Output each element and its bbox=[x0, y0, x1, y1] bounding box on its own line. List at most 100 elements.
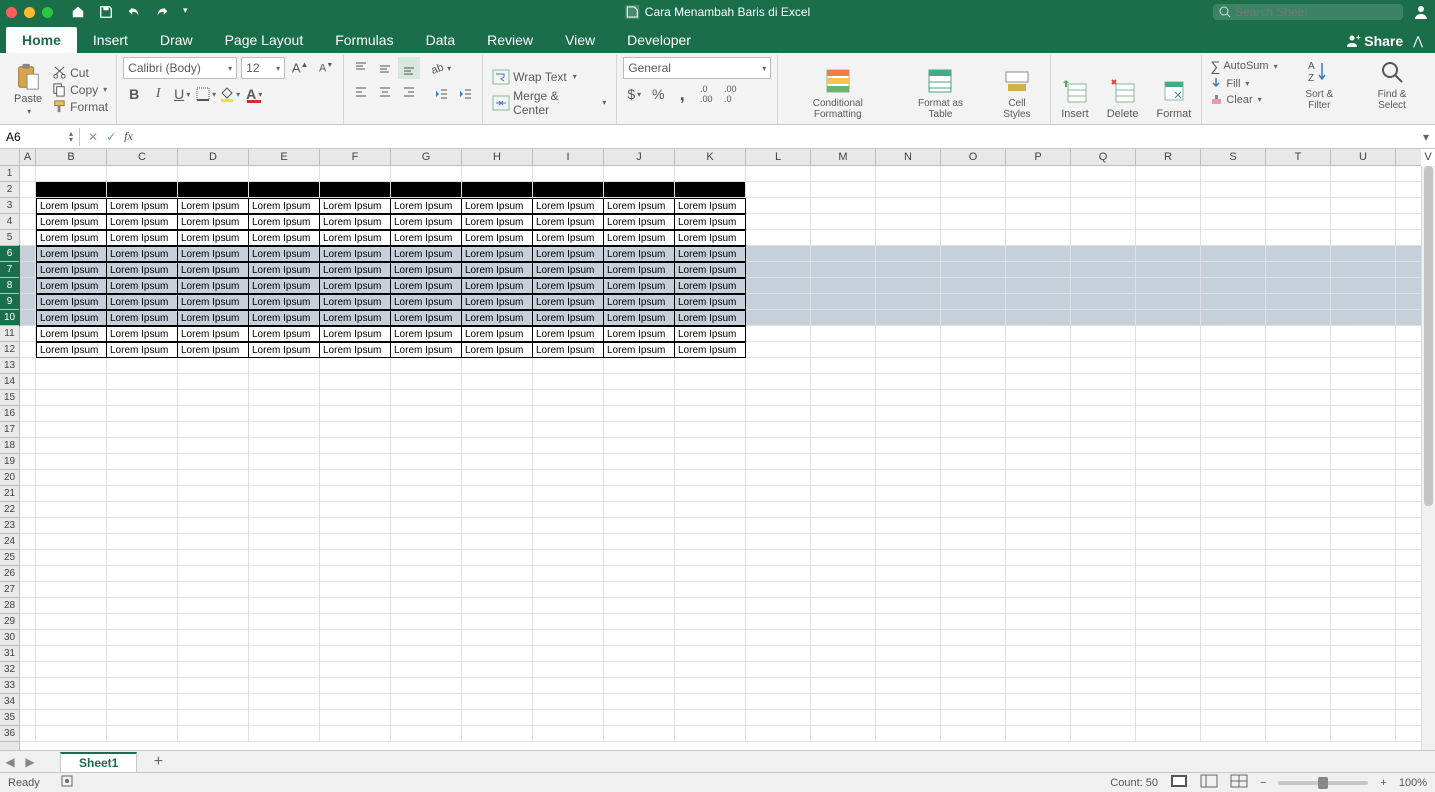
cell-C32[interactable] bbox=[107, 662, 178, 678]
cell-J5[interactable]: Lorem Ipsum bbox=[604, 230, 675, 246]
save-icon[interactable] bbox=[99, 5, 113, 19]
cell-B35[interactable] bbox=[36, 710, 107, 726]
cell-H31[interactable] bbox=[462, 646, 533, 662]
cell-N22[interactable] bbox=[876, 502, 941, 518]
row-header-27[interactable]: 27 bbox=[0, 582, 19, 598]
align-left-button[interactable] bbox=[350, 81, 372, 103]
row-header-18[interactable]: 18 bbox=[0, 438, 19, 454]
cell-N18[interactable] bbox=[876, 438, 941, 454]
cell-A11[interactable] bbox=[20, 326, 36, 342]
cell-G14[interactable] bbox=[391, 374, 462, 390]
cell-O17[interactable] bbox=[941, 422, 1006, 438]
cell-C27[interactable] bbox=[107, 582, 178, 598]
cell-R21[interactable] bbox=[1136, 486, 1201, 502]
cell-B22[interactable] bbox=[36, 502, 107, 518]
cell-H16[interactable] bbox=[462, 406, 533, 422]
cell-K3[interactable]: Lorem Ipsum bbox=[675, 198, 746, 214]
cell-G2[interactable] bbox=[391, 182, 462, 198]
vertical-scrollbar[interactable] bbox=[1421, 166, 1435, 750]
cell-S31[interactable] bbox=[1201, 646, 1266, 662]
cell-K23[interactable] bbox=[675, 518, 746, 534]
cell-T28[interactable] bbox=[1266, 598, 1331, 614]
cell-B21[interactable] bbox=[36, 486, 107, 502]
cell-L4[interactable] bbox=[746, 214, 811, 230]
zoom-out-button[interactable]: − bbox=[1260, 777, 1266, 789]
cell-S30[interactable] bbox=[1201, 630, 1266, 646]
cell-I28[interactable] bbox=[533, 598, 604, 614]
cell-M12[interactable] bbox=[811, 342, 876, 358]
cell-F2[interactable] bbox=[320, 182, 391, 198]
cell-R27[interactable] bbox=[1136, 582, 1201, 598]
cell-R2[interactable] bbox=[1136, 182, 1201, 198]
cell-N9[interactable] bbox=[876, 294, 941, 310]
cell-J21[interactable] bbox=[604, 486, 675, 502]
cell-E36[interactable] bbox=[249, 726, 320, 742]
row-header-16[interactable]: 16 bbox=[0, 406, 19, 422]
cell-H20[interactable] bbox=[462, 470, 533, 486]
cell-D7[interactable]: Lorem Ipsum bbox=[178, 262, 249, 278]
row-2[interactable] bbox=[20, 182, 1421, 198]
cell-U10[interactable] bbox=[1331, 310, 1396, 326]
cell-L15[interactable] bbox=[746, 390, 811, 406]
share-button[interactable]: + Share bbox=[1345, 33, 1403, 49]
cell-P8[interactable] bbox=[1006, 278, 1071, 294]
cell-N25[interactable] bbox=[876, 550, 941, 566]
column-header-L[interactable]: L bbox=[746, 149, 811, 165]
cell-J7[interactable]: Lorem Ipsum bbox=[604, 262, 675, 278]
increase-font-button[interactable]: A▲ bbox=[289, 57, 311, 79]
cancel-formula-icon[interactable]: ✕ bbox=[88, 130, 98, 144]
percent-button[interactable]: % bbox=[647, 83, 669, 105]
cell-I16[interactable] bbox=[533, 406, 604, 422]
cell-A36[interactable] bbox=[20, 726, 36, 742]
cell-K14[interactable] bbox=[675, 374, 746, 390]
cell-F29[interactable] bbox=[320, 614, 391, 630]
cell-H24[interactable] bbox=[462, 534, 533, 550]
cell-A24[interactable] bbox=[20, 534, 36, 550]
cell-L24[interactable] bbox=[746, 534, 811, 550]
select-all-corner[interactable] bbox=[0, 149, 20, 166]
cell-L3[interactable] bbox=[746, 198, 811, 214]
cell-K8[interactable]: Lorem Ipsum bbox=[675, 278, 746, 294]
cell-L19[interactable] bbox=[746, 454, 811, 470]
cell-P25[interactable] bbox=[1006, 550, 1071, 566]
cell-C23[interactable] bbox=[107, 518, 178, 534]
cell-D33[interactable] bbox=[178, 678, 249, 694]
delete-cells-button[interactable]: Delete bbox=[1103, 57, 1143, 122]
cell-O16[interactable] bbox=[941, 406, 1006, 422]
cell-K19[interactable] bbox=[675, 454, 746, 470]
cell-C35[interactable] bbox=[107, 710, 178, 726]
cell-R20[interactable] bbox=[1136, 470, 1201, 486]
cell-J3[interactable]: Lorem Ipsum bbox=[604, 198, 675, 214]
cell-T31[interactable] bbox=[1266, 646, 1331, 662]
cell-S7[interactable] bbox=[1201, 262, 1266, 278]
cell-M2[interactable] bbox=[811, 182, 876, 198]
cell-T26[interactable] bbox=[1266, 566, 1331, 582]
cell-C26[interactable] bbox=[107, 566, 178, 582]
cell-J35[interactable] bbox=[604, 710, 675, 726]
cell-O11[interactable] bbox=[941, 326, 1006, 342]
cell-Q19[interactable] bbox=[1071, 454, 1136, 470]
row-header-26[interactable]: 26 bbox=[0, 566, 19, 582]
comma-button[interactable]: , bbox=[671, 83, 693, 105]
cell-N23[interactable] bbox=[876, 518, 941, 534]
cell-C24[interactable] bbox=[107, 534, 178, 550]
cell-G21[interactable] bbox=[391, 486, 462, 502]
cell-H30[interactable] bbox=[462, 630, 533, 646]
cell-O22[interactable] bbox=[941, 502, 1006, 518]
cell-I18[interactable] bbox=[533, 438, 604, 454]
cell-S13[interactable] bbox=[1201, 358, 1266, 374]
cell-O31[interactable] bbox=[941, 646, 1006, 662]
cell-G3[interactable]: Lorem Ipsum bbox=[391, 198, 462, 214]
cell-L32[interactable] bbox=[746, 662, 811, 678]
cell-M3[interactable] bbox=[811, 198, 876, 214]
cell-K26[interactable] bbox=[675, 566, 746, 582]
cell-L7[interactable] bbox=[746, 262, 811, 278]
cell-O30[interactable] bbox=[941, 630, 1006, 646]
cell-G24[interactable] bbox=[391, 534, 462, 550]
cell-K33[interactable] bbox=[675, 678, 746, 694]
cell-F5[interactable]: Lorem Ipsum bbox=[320, 230, 391, 246]
row-header-13[interactable]: 13 bbox=[0, 358, 19, 374]
cell-E15[interactable] bbox=[249, 390, 320, 406]
cell-O3[interactable] bbox=[941, 198, 1006, 214]
cell-D12[interactable]: Lorem Ipsum bbox=[178, 342, 249, 358]
